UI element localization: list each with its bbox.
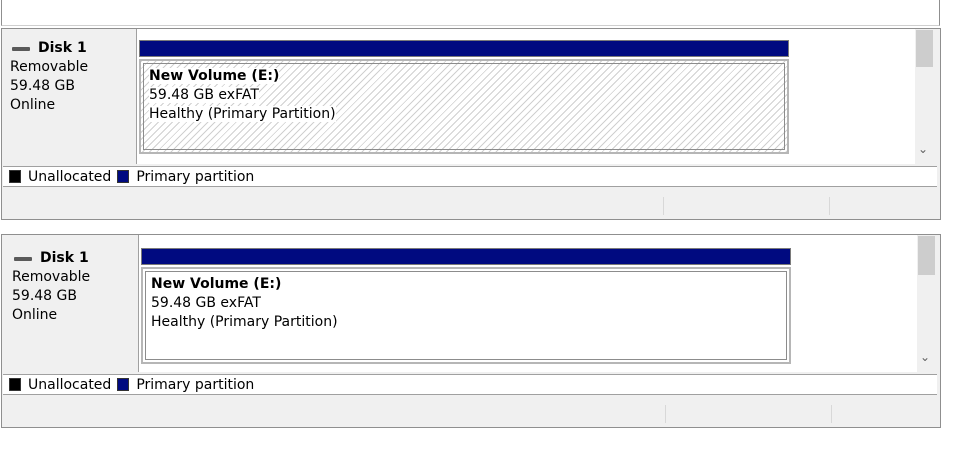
disk-title: Disk 1 (40, 250, 89, 266)
chevron-down-icon[interactable]: ⌄ (920, 350, 930, 364)
volume-block[interactable]: New Volume (E:) 59.48 GB exFAT Healthy (… (139, 59, 789, 154)
legend-primary: Primary partition (136, 168, 255, 185)
legend-bar: Unallocated Primary partition (3, 166, 937, 187)
disk-info[interactable]: Disk 1 Removable 59.48 GB Online (2, 29, 137, 165)
volume-size-fs: 59.48 GB exFAT (151, 295, 261, 311)
disk-panel-2: Disk 1 Removable 59.48 GB Online New Vol… (1, 234, 941, 428)
unallocated-swatch-icon (9, 378, 21, 391)
disk-type: Removable (10, 59, 89, 75)
volume-name: New Volume (E:) (151, 276, 282, 292)
primary-partition-swatch-icon (117, 378, 130, 391)
unallocated-swatch-icon (9, 170, 21, 183)
disk-type: Removable (12, 269, 91, 285)
disk-info[interactable]: Disk 1 Removable 59.48 GB Online (2, 235, 137, 371)
disk-title: Disk 1 (38, 40, 87, 56)
legend-primary: Primary partition (136, 376, 255, 393)
volume-name: New Volume (E:) (149, 68, 280, 84)
legend-unallocated: Unallocated (28, 376, 112, 393)
volume-block[interactable]: New Volume (E:) 59.48 GB exFAT Healthy (… (141, 267, 791, 364)
status-bar (3, 195, 940, 217)
partition-header-bar[interactable] (139, 40, 789, 57)
scrollbar-thumb[interactable] (916, 30, 933, 67)
disk-status: Online (12, 307, 58, 323)
vertical-scrollbar[interactable]: ⌄ (917, 235, 935, 373)
legend-bar: Unallocated Primary partition (3, 374, 937, 395)
disk-status: Online (10, 97, 56, 113)
status-bar (3, 403, 940, 425)
volume-health: Healthy (Primary Partition) (151, 314, 338, 330)
vertical-scrollbar[interactable]: ⌄ (915, 29, 933, 165)
primary-partition-swatch-icon (117, 170, 130, 183)
top-list-area (1, 0, 940, 26)
disk-icon (12, 46, 30, 51)
disk-size: 59.48 GB (10, 78, 75, 94)
legend-unallocated: Unallocated (28, 168, 112, 185)
disk-panel-1: Disk 1 Removable 59.48 GB Online New Vol… (1, 28, 941, 220)
disk-size: 59.48 GB (12, 288, 77, 304)
disk-icon (14, 256, 32, 261)
volume-size-fs: 59.48 GB exFAT (149, 87, 259, 103)
volume-health: Healthy (Primary Partition) (149, 106, 336, 122)
partition-header-bar[interactable] (141, 248, 791, 265)
chevron-down-icon[interactable]: ⌄ (918, 142, 928, 156)
scrollbar-thumb[interactable] (918, 236, 935, 275)
